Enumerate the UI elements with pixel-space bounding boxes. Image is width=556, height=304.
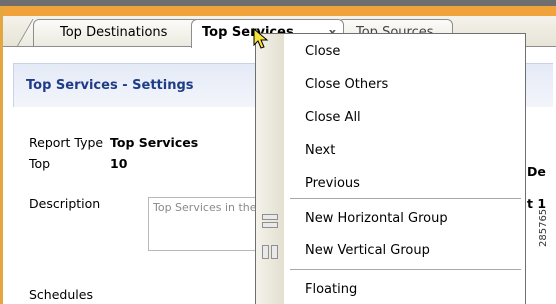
menu-icon-gutter [256,34,284,304]
menu-item-close-others[interactable]: Close Others [305,77,388,92]
menu-item-floating[interactable]: Floating [305,282,357,297]
description-label: Description [29,196,101,211]
accent-band [3,6,556,16]
schedules-label: Schedules [29,287,93,302]
menu-separator [290,198,521,199]
menu-item-new-vertical-group[interactable]: New Vertical Group [305,243,430,258]
menu-separator [290,269,521,270]
tab-label: Top Destinations [60,25,168,40]
top-label: Top [29,156,51,171]
menu-item-previous[interactable]: Previous [305,176,360,191]
report-type-label: Report Type [29,135,104,150]
tab-top-destinations[interactable]: Top Destinations [33,19,209,46]
horizontal-group-icon [262,214,278,228]
description-field[interactable]: Top Services in the last 1 [148,197,264,251]
mouse-cursor-icon [253,28,269,49]
truncated-text: De [527,164,546,179]
menu-item-new-horizontal-group[interactable]: New Horizontal Group [305,211,448,226]
figure-id-watermark: 285765 [538,208,549,247]
menu-item-next[interactable]: Next [305,143,335,158]
report-type-value: Top Services [110,135,199,150]
settings-title: Top Services - Settings [26,78,194,93]
vertical-group-icon [262,245,278,259]
tab-context-menu: Close Close Others Close All Next Previo… [255,33,526,304]
top-value: 10 [110,156,128,171]
description-value: Top Services in the last 1 [153,201,263,214]
menu-item-close[interactable]: Close [305,44,340,59]
menu-item-close-all[interactable]: Close All [305,110,361,125]
